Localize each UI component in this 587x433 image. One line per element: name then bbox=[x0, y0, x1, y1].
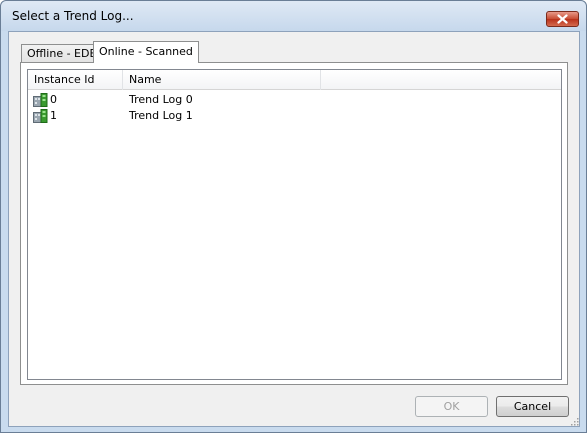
trend-log-icon bbox=[33, 93, 48, 107]
close-icon bbox=[557, 14, 568, 24]
list-header: Instance Id Name bbox=[28, 70, 561, 90]
dialog-window: Select a Trend Log... Offline - EDE Onli… bbox=[0, 0, 587, 433]
trend-log-name: Trend Log 0 bbox=[129, 93, 193, 106]
column-header-name[interactable]: Name bbox=[123, 70, 321, 90]
title-bar[interactable]: Select a Trend Log... bbox=[1, 1, 586, 31]
tab-panel: Instance Id Name 0 Trend Log 0 1 Trend L… bbox=[20, 62, 568, 385]
trend-log-list[interactable]: Instance Id Name 0 Trend Log 0 1 Trend L… bbox=[27, 69, 562, 380]
tab-offline-ede[interactable]: Offline - EDE bbox=[21, 44, 103, 64]
list-item[interactable]: 1 Trend Log 1 bbox=[28, 108, 561, 124]
resize-grip-icon[interactable] bbox=[569, 416, 579, 426]
instance-id-value: 1 bbox=[50, 109, 57, 122]
instance-id-value: 0 bbox=[50, 93, 57, 106]
tab-online-scanned[interactable]: Online - Scanned bbox=[93, 41, 199, 63]
window-title: Select a Trend Log... bbox=[12, 9, 134, 23]
dialog-client-area: Offline - EDE Online - Scanned Instance … bbox=[8, 31, 580, 427]
trend-log-icon bbox=[33, 109, 48, 123]
ok-button[interactable]: OK bbox=[415, 396, 488, 417]
column-header-instance-id[interactable]: Instance Id bbox=[28, 70, 123, 90]
cancel-button[interactable]: Cancel bbox=[496, 396, 569, 417]
trend-log-name: Trend Log 1 bbox=[129, 109, 193, 122]
close-button[interactable] bbox=[546, 11, 579, 27]
column-header-empty[interactable] bbox=[321, 70, 561, 90]
list-item[interactable]: 0 Trend Log 0 bbox=[28, 92, 561, 108]
